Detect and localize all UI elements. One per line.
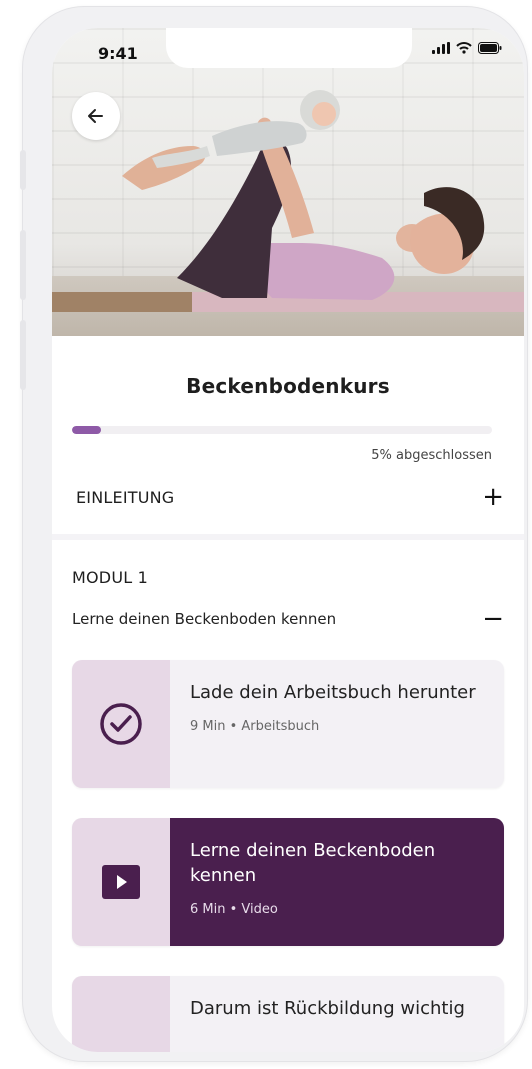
lesson-card[interactable]: Lade dein Arbeitsbuch herunter 9 Min • A…	[72, 660, 504, 788]
back-button[interactable]	[72, 92, 120, 140]
wifi-icon	[456, 42, 472, 54]
phone-side-button	[20, 230, 26, 300]
section-label: EINLEITUNG	[76, 487, 175, 507]
module-subtitle: Lerne deinen Beckenboden kennen	[72, 610, 337, 628]
play-icon	[102, 865, 140, 899]
progress-text: 5% abgeschlossen	[371, 448, 492, 463]
battery-icon	[478, 42, 502, 54]
lesson-body: Lerne deinen Beckenboden kennen 6 Min • …	[170, 818, 504, 946]
module-subtitle-row[interactable]: Lerne deinen Beckenboden kennen −	[72, 606, 504, 632]
phone-notch	[166, 28, 412, 68]
section-label: MODUL 1	[72, 568, 149, 587]
collapse-icon[interactable]: −	[482, 606, 504, 632]
lesson-card-active[interactable]: Lerne deinen Beckenboden kennen 6 Min • …	[72, 818, 504, 946]
lesson-body: Darum ist Rückbildung wichtig	[170, 976, 504, 1052]
lesson-body: Lade dein Arbeitsbuch herunter 9 Min • A…	[170, 660, 504, 788]
section-divider	[52, 534, 524, 540]
lesson-card-locked[interactable]: Darum ist Rückbildung wichtig	[72, 976, 504, 1052]
status-time: 9:41	[98, 44, 138, 63]
section-modul-1: MODUL 1	[72, 568, 500, 587]
lesson-icon-box	[72, 976, 170, 1052]
phone-side-button	[20, 320, 26, 390]
progress-fill	[72, 426, 102, 434]
lesson-meta: 9 Min • Arbeitsbuch	[190, 719, 320, 734]
progress-bar	[72, 426, 492, 434]
status-icons	[432, 42, 502, 54]
lesson-icon-box	[72, 818, 170, 946]
lesson-title: Lade dein Arbeitsbuch herunter	[190, 682, 476, 703]
lesson-icon-box	[72, 660, 170, 788]
hero-photo-illustration	[122, 90, 485, 300]
lock-icon	[101, 1048, 141, 1052]
signal-icon	[432, 42, 450, 54]
section-einleitung[interactable]: EINLEITUNG +	[76, 484, 504, 510]
phone-side-button	[20, 150, 26, 190]
lesson-title: Darum ist Rückbildung wichtig	[190, 998, 465, 1019]
lesson-meta: 6 Min • Video	[190, 902, 278, 917]
hero-image: 9:41	[52, 28, 524, 336]
lesson-title: Lerne deinen Beckenboden kennen	[190, 840, 436, 886]
arrow-left-icon	[88, 109, 103, 123]
app-screen: 9:41 Beckenbodenkurs 5% abgeschlossen EI…	[52, 28, 524, 1052]
page-title: Beckenbodenkurs	[186, 374, 390, 398]
check-circle-icon	[100, 703, 142, 745]
expand-icon[interactable]: +	[482, 484, 504, 510]
